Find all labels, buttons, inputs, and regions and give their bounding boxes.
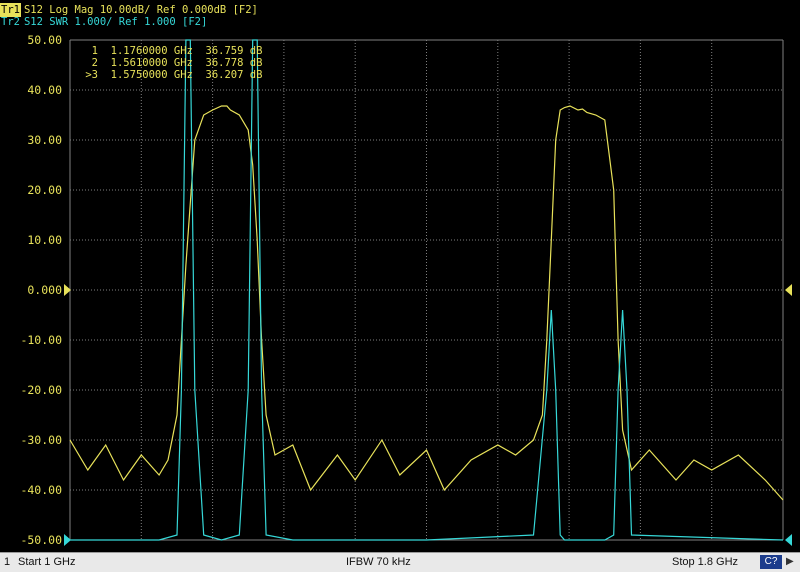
marker-value: 36.759 dB (205, 45, 263, 57)
trace2-ref-right-icon (785, 534, 792, 546)
status-bar: 1 Start 1 GHz IFBW 70 kHz Stop 1.8 GHz C… (0, 552, 800, 572)
stop-frequency[interactable]: Stop 1.8 GHz (672, 556, 738, 568)
channel-number[interactable]: 1 (4, 556, 10, 568)
analyzer-screen: Tr1 S12 Log Mag 10.00dB/ Ref 0.000dB [F2]… (0, 0, 800, 572)
ifbw-setting[interactable]: IFBW 70 kHz (346, 556, 411, 568)
trace1-line (69, 105, 784, 501)
marker-row[interactable]: 1 1.1760000 GHz 36.759 dB (74, 45, 263, 57)
marker-freq: 1.5750000 GHz (110, 69, 193, 81)
marker-row[interactable]: >3 1.5750000 GHz 36.207 dB (74, 69, 262, 81)
marker-value: 36.207 dB (205, 69, 263, 81)
start-frequency[interactable]: Start 1 GHz (18, 556, 75, 568)
channel-indicator[interactable]: C? (760, 555, 782, 569)
marker-freq: 1.5610000 GHz (110, 57, 193, 69)
plot-grid (69, 39, 784, 541)
marker-freq: 1.1760000 GHz (110, 45, 193, 57)
marker-value: 36.778 dB (205, 57, 263, 69)
reference-markers (64, 284, 792, 546)
marker-row[interactable]: 2 1.5610000 GHz 36.778 dB (74, 57, 263, 69)
scroll-right-icon[interactable]: ▶ (786, 556, 794, 567)
marker-id: 2 (91, 57, 98, 69)
trace-plot[interactable] (0, 0, 800, 552)
ref-level-right-icon (785, 284, 792, 296)
marker-id: >3 (85, 69, 98, 81)
marker-id: 1 (91, 45, 98, 57)
